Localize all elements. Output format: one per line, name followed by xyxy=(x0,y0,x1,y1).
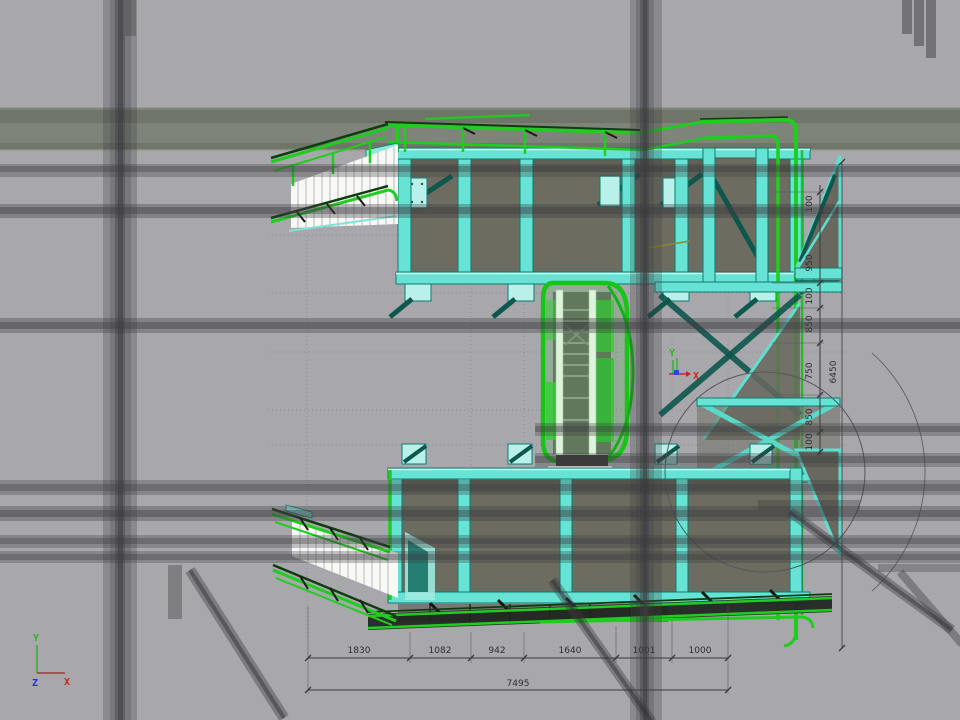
dim-label: 750 xyxy=(805,362,815,379)
model-axis-x-label: X xyxy=(693,371,699,382)
model-axis-y-label: Y xyxy=(669,348,675,359)
dim-label: 100 xyxy=(805,287,815,304)
dim-label: 850 xyxy=(805,408,815,425)
dim-label: 1082 xyxy=(429,646,452,656)
dim-label: 950 xyxy=(805,254,815,271)
cad-drawing: 1830 1082 942 1640 1001 1000 7495 xyxy=(0,0,960,720)
dim-label: 1000 xyxy=(689,646,712,656)
lower-platform xyxy=(388,444,810,622)
world-axis-y-label: Y xyxy=(33,633,39,644)
world-axis-x-label: X xyxy=(64,677,70,688)
dim-label: 1830 xyxy=(348,646,371,656)
dim-label: 1640 xyxy=(559,646,582,656)
dim-total-label: 7495 xyxy=(507,679,530,689)
cad-viewport[interactable]: 1830 1082 942 1640 1001 1000 7495 xyxy=(0,0,960,720)
dim-overall-label: 6450 xyxy=(829,360,839,383)
existing-column-left xyxy=(103,0,137,720)
existing-column-center xyxy=(630,0,662,720)
world-axis-z-label: Z xyxy=(32,678,38,689)
dim-label: 942 xyxy=(488,646,505,656)
